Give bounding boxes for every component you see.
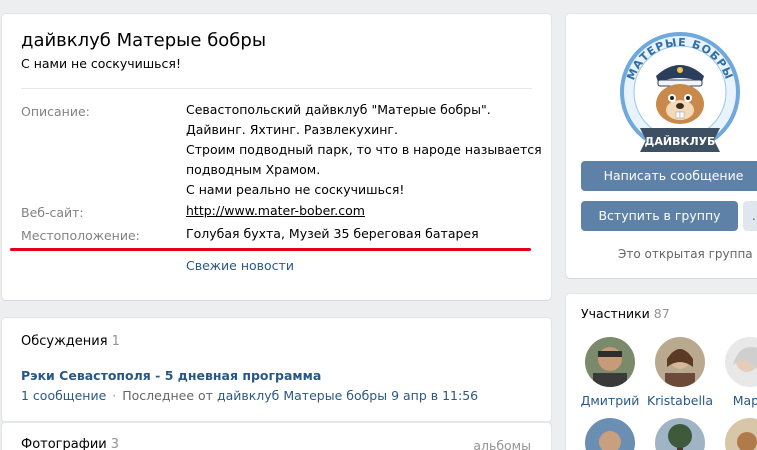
discussion-topic-link[interactable]: Рэки Севастополя - 5 дневная программа [21, 368, 321, 383]
albums-link[interactable]: альбомы [473, 438, 531, 450]
member-name: Мари [732, 393, 757, 408]
member-avatar [585, 337, 635, 387]
member-item[interactable] [645, 418, 715, 450]
group-info-card: дайвклуб Матерые бобры С нами не соскучи… [2, 14, 551, 300]
group-avatar[interactable]: МАТЕРЫЕ БОБРЫ ДАЙВКЛУБ [618, 28, 742, 162]
member-avatar [655, 418, 705, 450]
member-item[interactable] [575, 418, 645, 450]
divider [21, 88, 532, 89]
more-actions-button[interactable]: … [743, 201, 757, 231]
group-side-card: МАТЕРЫЕ БОБРЫ ДАЙВКЛУБ Написать сообщени… [566, 14, 757, 278]
description-line: С нами реально не соскучишься! [186, 182, 405, 197]
members-title-text: Участники [581, 306, 650, 321]
member-avatar [585, 418, 635, 450]
description-line: Севастопольский дайвклуб "Матерые бобры"… [186, 102, 491, 117]
logo-banner-text: ДАЙВКЛУБ [645, 135, 716, 148]
discussions-count: 1 [111, 334, 120, 349]
topic-last-author-link[interactable]: дайвклуб Матерые бобры [217, 388, 387, 403]
website-link[interactable]: http://www.mater-bober.com [186, 201, 365, 221]
member-item[interactable] [715, 418, 757, 450]
photos-title-text: Фотографии [21, 437, 107, 450]
topic-messages-count: 1 сообщение [21, 388, 107, 403]
member-avatar [655, 337, 705, 387]
group-status: С нами не соскучишься! [21, 56, 181, 71]
description-line: подводным Храмом. [186, 162, 321, 177]
members-title[interactable]: Участники 87 [581, 306, 670, 321]
member-name: Kristabella [646, 393, 714, 408]
description-text: Севастопольский дайвклуб "Матерые бобры"… [186, 100, 542, 200]
member-name: Дмитрий [580, 393, 640, 408]
discussions-title-text: Обсуждения [21, 334, 108, 349]
member-item[interactable]: Kristabella [645, 337, 715, 408]
description-line: Дайвинг. Яхтинг. Развлекухинг. [186, 122, 398, 137]
join-group-button[interactable]: Вступить в группу [581, 201, 738, 231]
photos-count: 3 [110, 437, 120, 450]
send-message-button[interactable]: Написать сообщение [581, 161, 757, 191]
topic-last-prefix: Последнее от [122, 388, 213, 403]
location-link[interactable]: Голубая бухта, Музей 35 береговая батаре… [186, 224, 479, 244]
member-item[interactable]: Мари [715, 337, 757, 408]
website-label: Веб-сайт: [21, 205, 84, 220]
description-line: Строим подводный парк, то что в народе н… [186, 142, 542, 157]
member-avatar [725, 337, 757, 387]
members-count: 87 [653, 306, 670, 321]
members-block: Участники 87 Дмитрий Kristabella Мар [566, 294, 757, 450]
open-group-label: Это открытая группа [618, 247, 753, 261]
discussions-block: Обсуждения 1 Рэки Севастополя - 5 дневная… [2, 318, 551, 422]
topic-last-date-link[interactable]: 9 апр в 11:56 [391, 388, 478, 403]
beaver-logo-icon: МАТЕРЫЕ БОБРЫ ДАЙВКЛУБ [620, 32, 740, 152]
description-label: Описание: [21, 104, 90, 119]
discussion-topic-meta: 1 сообщение · Последнее от дайвклуб Матеры… [21, 388, 478, 403]
discussions-title[interactable]: Обсуждения 1 [21, 334, 120, 349]
group-name: дайвклуб Матерые бобры [21, 30, 267, 51]
separator-dot: · [112, 388, 117, 403]
red-highlight-underline [10, 248, 531, 251]
photos-title[interactable]: Фотографии 3 [21, 437, 119, 450]
latest-news-link[interactable]: Свежие новости [186, 258, 294, 273]
photos-block: Фотографии 3 альбомы [2, 422, 551, 450]
member-avatar [725, 418, 757, 450]
member-item[interactable]: Дмитрий [575, 337, 645, 408]
location-label: Местоположение: [21, 228, 140, 243]
